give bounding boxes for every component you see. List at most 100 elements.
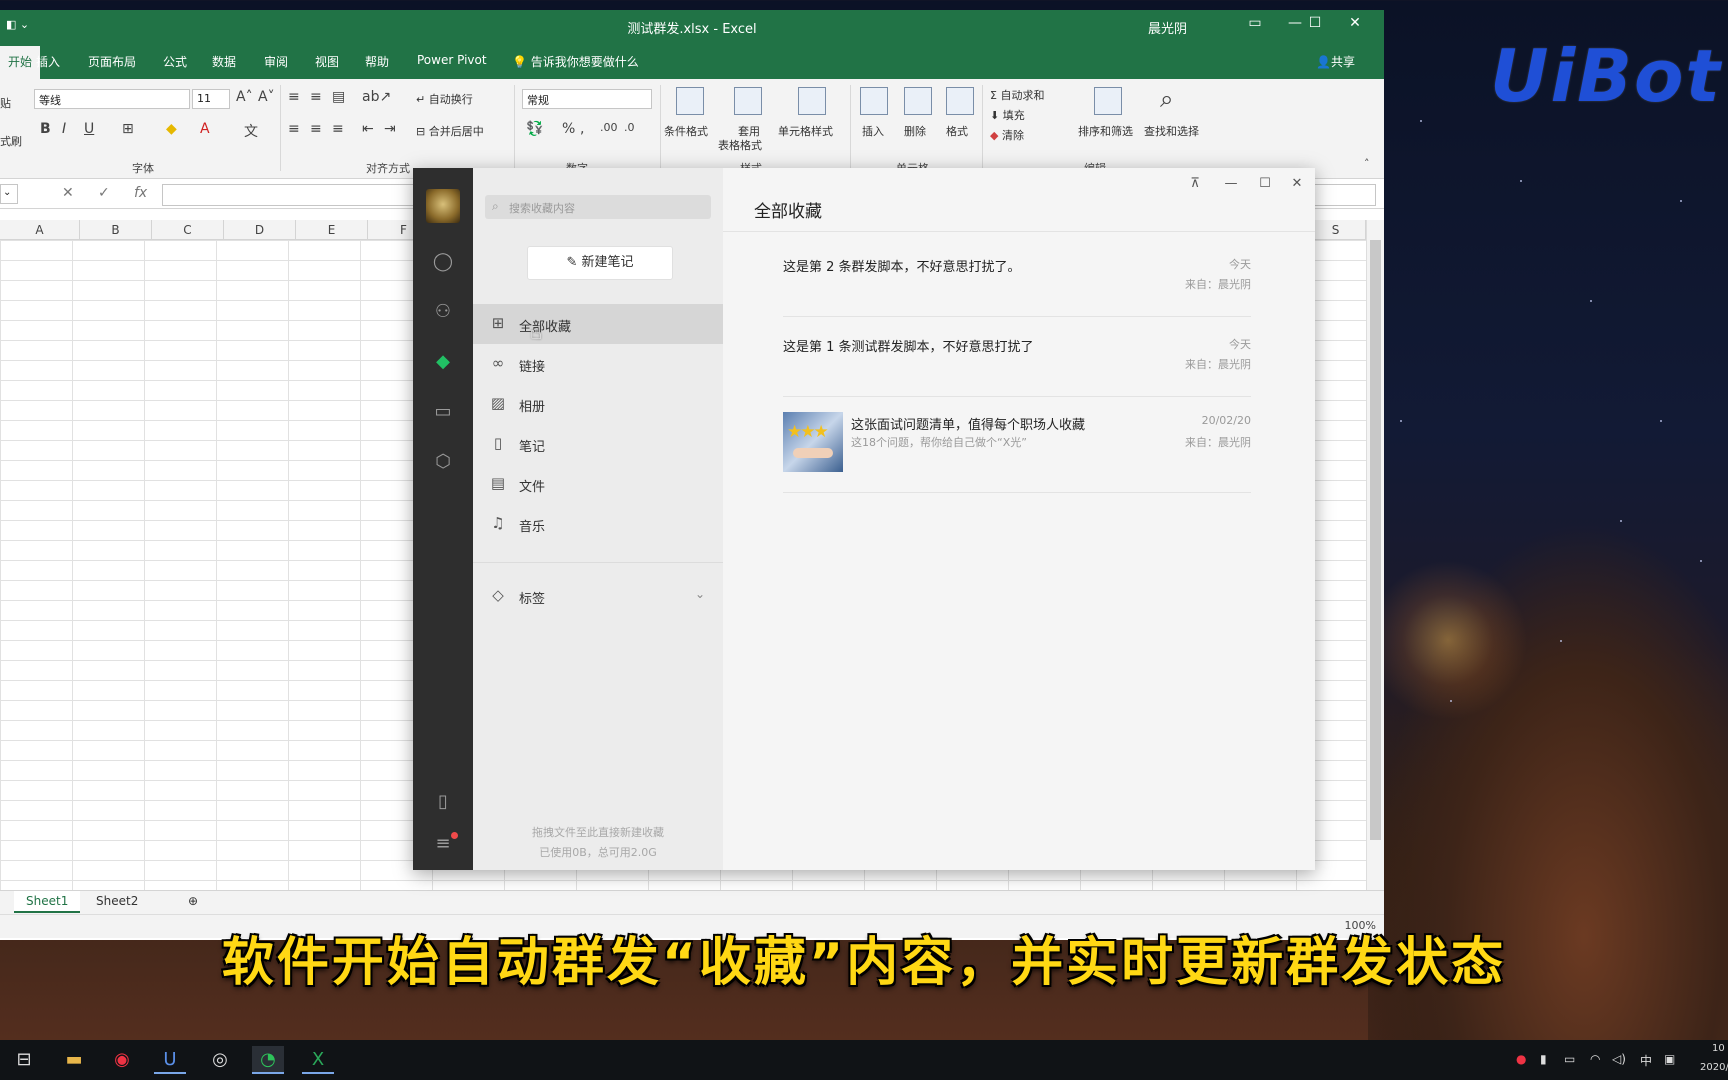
align-top-icon[interactable]: ≡ (288, 89, 300, 105)
format-cells-label[interactable]: 格式 (946, 123, 968, 139)
battery-icon[interactable]: ▭ (1564, 1052, 1575, 1066)
font-name-select[interactable]: 等线 (34, 89, 190, 109)
share-button[interactable]: 👤共享 (1316, 53, 1355, 70)
conditional-format-label[interactable]: 条件格式 (664, 123, 708, 139)
chat-icon[interactable]: ◯ (431, 250, 455, 274)
favorites-cube-icon[interactable]: ◆ (431, 350, 455, 374)
align-middle-icon[interactable]: ≡ (310, 89, 322, 105)
obs-icon[interactable]: ◎ (204, 1046, 236, 1074)
table-format-icon[interactable] (734, 87, 762, 115)
tab-help[interactable]: 帮助 (365, 53, 389, 70)
currency-icon[interactable]: 💱 (526, 121, 543, 137)
sort-filter-label[interactable]: 排序和筛选 (1078, 123, 1133, 139)
phonetic-icon[interactable]: 文 (244, 121, 258, 141)
scroll-thumb[interactable] (1370, 240, 1381, 840)
bold-icon[interactable]: B (40, 121, 51, 137)
tell-me-box[interactable]: 💡 告诉我你想要做什么 (512, 53, 639, 70)
function-icon[interactable]: fx (134, 185, 147, 201)
input-language[interactable]: 中 (1640, 1052, 1652, 1069)
table-format-label-2[interactable]: 表格格式 (718, 137, 762, 153)
insert-cells-icon[interactable] (860, 87, 888, 115)
sidebar-item-files[interactable]: ▤ 文件 (473, 464, 723, 504)
sidebar-item-album[interactable]: ▨ 相册 (473, 384, 723, 424)
tab-insert[interactable]: 插入 (36, 53, 60, 70)
name-box[interactable]: ⌄ (0, 184, 18, 204)
clear-button[interactable]: ◆ 清除 (990, 127, 1024, 143)
grow-font-icon[interactable]: A˄ (236, 89, 253, 105)
number-format-select[interactable]: 常规 (522, 89, 652, 109)
minimize-button[interactable]: — (1221, 176, 1241, 191)
excel-icon[interactable]: X (302, 1046, 334, 1074)
column-header-b[interactable]: B (80, 220, 152, 240)
font-size-select[interactable]: 11 (192, 89, 230, 109)
column-header-a[interactable]: A (0, 220, 80, 240)
tab-page-layout[interactable]: 页面布局 (88, 53, 136, 70)
cell-style-label[interactable]: 单元格样式 (778, 123, 833, 139)
sort-filter-icon[interactable] (1094, 87, 1122, 115)
wifi-icon[interactable]: ◠ (1590, 1052, 1600, 1066)
tab-review[interactable]: 审阅 (264, 53, 288, 70)
task-view-icon[interactable]: ⊟ (8, 1046, 40, 1074)
clock-date[interactable]: 2020/ (1700, 1062, 1728, 1073)
close-button[interactable]: ✕ (1335, 15, 1375, 31)
orientation-icon[interactable]: ab↗ (362, 89, 391, 105)
volume-icon[interactable]: ◁) (1612, 1052, 1626, 1066)
border-icon[interactable]: ⊞ (122, 121, 134, 137)
increase-indent-icon[interactable]: ⇥ (384, 121, 396, 137)
delete-cells-label[interactable]: 删除 (904, 123, 926, 139)
column-header-s[interactable]: S (1306, 220, 1366, 240)
maximize-button[interactable]: ☐ (1255, 176, 1275, 191)
sheet-tab-2[interactable]: Sheet2 (84, 891, 150, 913)
folder-icon[interactable]: ▭ (431, 400, 455, 424)
tab-formulas[interactable]: 公式 (163, 53, 187, 70)
wechat-icon[interactable]: ◔ (252, 1046, 284, 1074)
underline-icon[interactable]: U (84, 121, 94, 137)
uibot-icon[interactable]: U (154, 1046, 186, 1074)
sidebar-item-music[interactable]: ♫ 音乐 (473, 504, 723, 544)
sidebar-item-all[interactable]: ⊞ 全部收藏 (473, 304, 723, 344)
format-cells-icon[interactable] (946, 87, 974, 115)
contacts-icon[interactable]: ⚇ (431, 300, 455, 324)
column-header-c[interactable]: C (152, 220, 224, 240)
sheet-tab-1[interactable]: Sheet1 (14, 891, 81, 913)
add-sheet-icon[interactable]: ⊕ (176, 891, 210, 913)
pin-icon[interactable]: ⊼ (1185, 176, 1205, 191)
wrap-text-button[interactable]: ↵ 自动换行 (416, 91, 473, 107)
find-select-label[interactable]: 查找和选择 (1144, 123, 1199, 139)
chrome-icon[interactable]: ◉ (106, 1046, 138, 1074)
shrink-font-icon[interactable]: A˅ (258, 89, 275, 105)
maximize-button[interactable]: ☐ (1295, 15, 1335, 31)
avatar[interactable] (426, 189, 460, 223)
tab-home[interactable]: 开始 (0, 46, 41, 79)
ribbon-display-icon[interactable]: ▭ (1235, 15, 1275, 31)
file-explorer-icon[interactable]: ▬ (58, 1046, 90, 1074)
sidebar-item-tags[interactable]: ◇ 标签 ⌄ (473, 576, 723, 616)
search-input[interactable]: 搜索收藏内容 (485, 195, 711, 219)
paste-partial[interactable]: 贴 (0, 95, 11, 111)
enter-icon[interactable]: ✓ (98, 185, 110, 201)
column-header-d[interactable]: D (224, 220, 296, 240)
format-painter-partial[interactable]: 式刷 (0, 133, 22, 149)
user-name[interactable]: 晨光阴 (1148, 18, 1187, 37)
tab-data[interactable]: 数据 (212, 53, 236, 70)
list-item[interactable]: ★★★ 这张面试问题清单，值得每个职场人收藏 这18个问题，帮你给自己做个“X光… (783, 412, 1251, 502)
miniprogram-icon[interactable]: ⬡ (431, 450, 455, 474)
decrease-decimal-icon[interactable]: .0 (624, 121, 635, 134)
fill-button[interactable]: ⬇ 填充 (990, 107, 1025, 123)
collapse-ribbon-icon[interactable]: ˄ (1364, 157, 1370, 170)
align-left-icon[interactable]: ≡ (288, 121, 300, 137)
italic-icon[interactable]: I (62, 121, 66, 137)
new-note-button[interactable]: ✎ 新建笔记 (527, 246, 673, 280)
sidebar-item-links[interactable]: ∞ 链接 (473, 344, 723, 384)
list-item[interactable]: 这是第 1 条测试群发脚本，不好意思打扰了 今天 来自：晨光阴 (783, 336, 1251, 397)
merge-center-button[interactable]: ⊟ 合并后居中 (416, 123, 484, 139)
align-right-icon[interactable]: ≡ (332, 121, 344, 137)
font-color-icon[interactable]: A (200, 121, 210, 137)
decrease-indent-icon[interactable]: ⇤ (362, 121, 374, 137)
cancel-icon[interactable]: ✕ (62, 185, 74, 201)
column-header-e[interactable]: E (296, 220, 368, 240)
delete-cells-icon[interactable] (904, 87, 932, 115)
clock-time[interactable]: 10 (1712, 1043, 1725, 1054)
conditional-format-icon[interactable] (676, 87, 704, 115)
insert-cells-label[interactable]: 插入 (862, 123, 884, 139)
